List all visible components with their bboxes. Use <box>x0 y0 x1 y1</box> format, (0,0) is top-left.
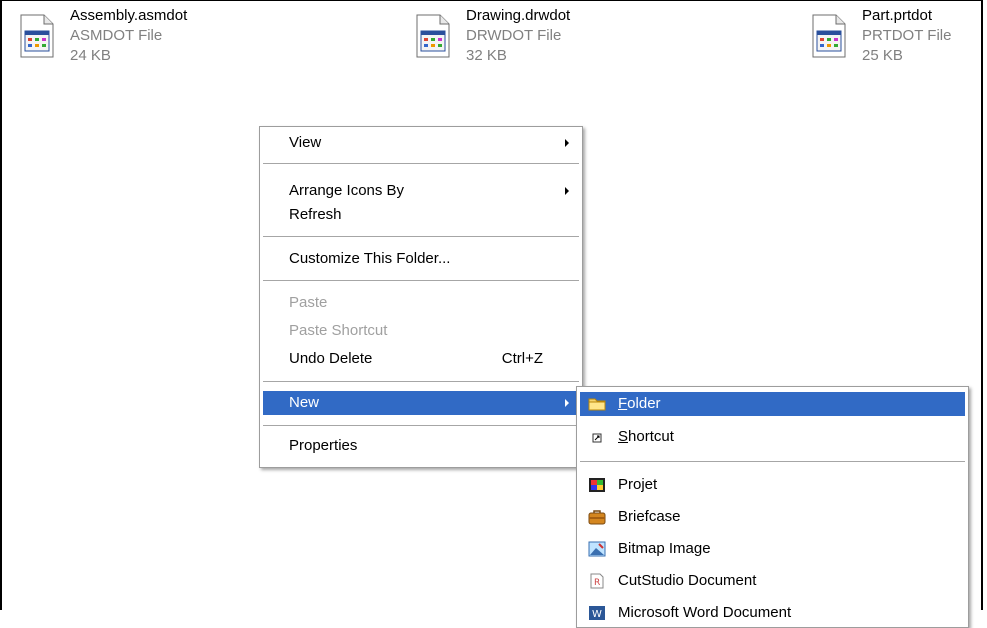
menu-item-view[interactable]: View <box>263 131 579 155</box>
menu-item-label: older <box>627 395 661 412</box>
cutstudio-document-icon: R <box>590 573 604 589</box>
file-size: 24 KB <box>70 47 111 64</box>
menu-item-label: Properties <box>289 437 358 454</box>
menu-item-label: View <box>289 134 322 151</box>
menu-item-label: Paste <box>289 294 328 311</box>
menu-item-label: Projet <box>618 476 658 493</box>
file-size: 32 KB <box>466 47 507 64</box>
file-name: Assembly.asmdot <box>70 7 188 24</box>
file-type: PRTDOT File <box>862 27 952 44</box>
submenu-arrow-icon <box>565 399 569 407</box>
submenu-item-shortcut[interactable]: Shortcut <box>580 425 965 449</box>
submenu-arrow-icon <box>565 187 569 195</box>
menu-item-label: Arrange Icons By <box>289 182 405 199</box>
submenu-arrow-icon <box>565 139 569 147</box>
svg-text:W: W <box>592 609 602 620</box>
menu-separator <box>263 280 579 281</box>
bitmap-image-icon <box>588 541 606 557</box>
menu-separator <box>263 163 579 164</box>
folder-icon <box>588 398 606 411</box>
file-type: DRWDOT File <box>466 27 562 44</box>
menu-item-paste: Paste <box>263 291 579 315</box>
document-template-icon <box>20 14 54 58</box>
menu-item-label: Briefcase <box>618 508 681 525</box>
context-menu: View Arrange Icons By Refresh Customize … <box>259 126 583 468</box>
menu-item-label: Refresh <box>289 206 342 223</box>
menu-item-label: Undo Delete <box>289 350 373 367</box>
menu-item-paste-shortcut: Paste Shortcut <box>263 319 579 343</box>
word-document-icon: W <box>589 606 605 620</box>
menu-item-label: CutStudio Document <box>618 572 757 589</box>
menu-separator <box>263 236 579 237</box>
mnemonic-letter: F <box>618 395 628 412</box>
menu-item-arrange-icons-by[interactable]: Arrange Icons By <box>263 179 579 203</box>
menu-item-customize-folder[interactable]: Customize This Folder... <box>263 247 579 271</box>
shortcut-icon <box>592 433 602 443</box>
menu-separator <box>263 381 579 382</box>
menu-item-label: hortcut <box>628 428 674 445</box>
submenu-item-folder[interactable]: Folder <box>580 392 965 416</box>
menu-item-undo-delete[interactable]: Undo Delete Ctrl+Z <box>263 347 579 371</box>
submenu-item-briefcase[interactable]: Briefcase <box>580 505 965 529</box>
menu-item-label: Customize This Folder... <box>289 250 451 267</box>
briefcase-icon <box>588 510 606 525</box>
menu-separator <box>263 425 579 426</box>
submenu-item-projet[interactable]: Projet <box>580 473 965 497</box>
mnemonic-letter: S <box>618 428 629 445</box>
submenu-item-bitmap-image[interactable]: Bitmap Image <box>580 537 965 561</box>
project-icon <box>589 478 605 492</box>
file-type: ASMDOT File <box>70 27 163 44</box>
menu-item-refresh[interactable]: Refresh <box>263 203 579 227</box>
document-template-icon <box>812 14 846 58</box>
submenu-item-cutstudio-document[interactable]: R CutStudio Document <box>580 569 965 593</box>
file-name: Part.prtdot <box>862 7 933 24</box>
menu-item-new[interactable]: New <box>263 391 579 415</box>
keyboard-shortcut: Ctrl+Z <box>501 350 543 367</box>
file-size: 25 KB <box>862 47 903 64</box>
menu-item-label: Paste Shortcut <box>289 322 388 339</box>
new-submenu: Folder Shortcut Projet Briefcase Bitmap <box>576 386 969 628</box>
file-name: Drawing.drwdot <box>466 7 571 24</box>
document-template-icon <box>416 14 450 58</box>
menu-separator <box>580 461 965 462</box>
submenu-item-word-document[interactable]: W Microsoft Word Document <box>580 601 965 625</box>
menu-item-label: New <box>289 394 320 411</box>
menu-item-properties[interactable]: Properties <box>263 434 579 458</box>
menu-item-label: Bitmap Image <box>618 540 711 557</box>
svg-text:R: R <box>594 578 600 588</box>
menu-item-label: Microsoft Word Document <box>618 604 792 621</box>
